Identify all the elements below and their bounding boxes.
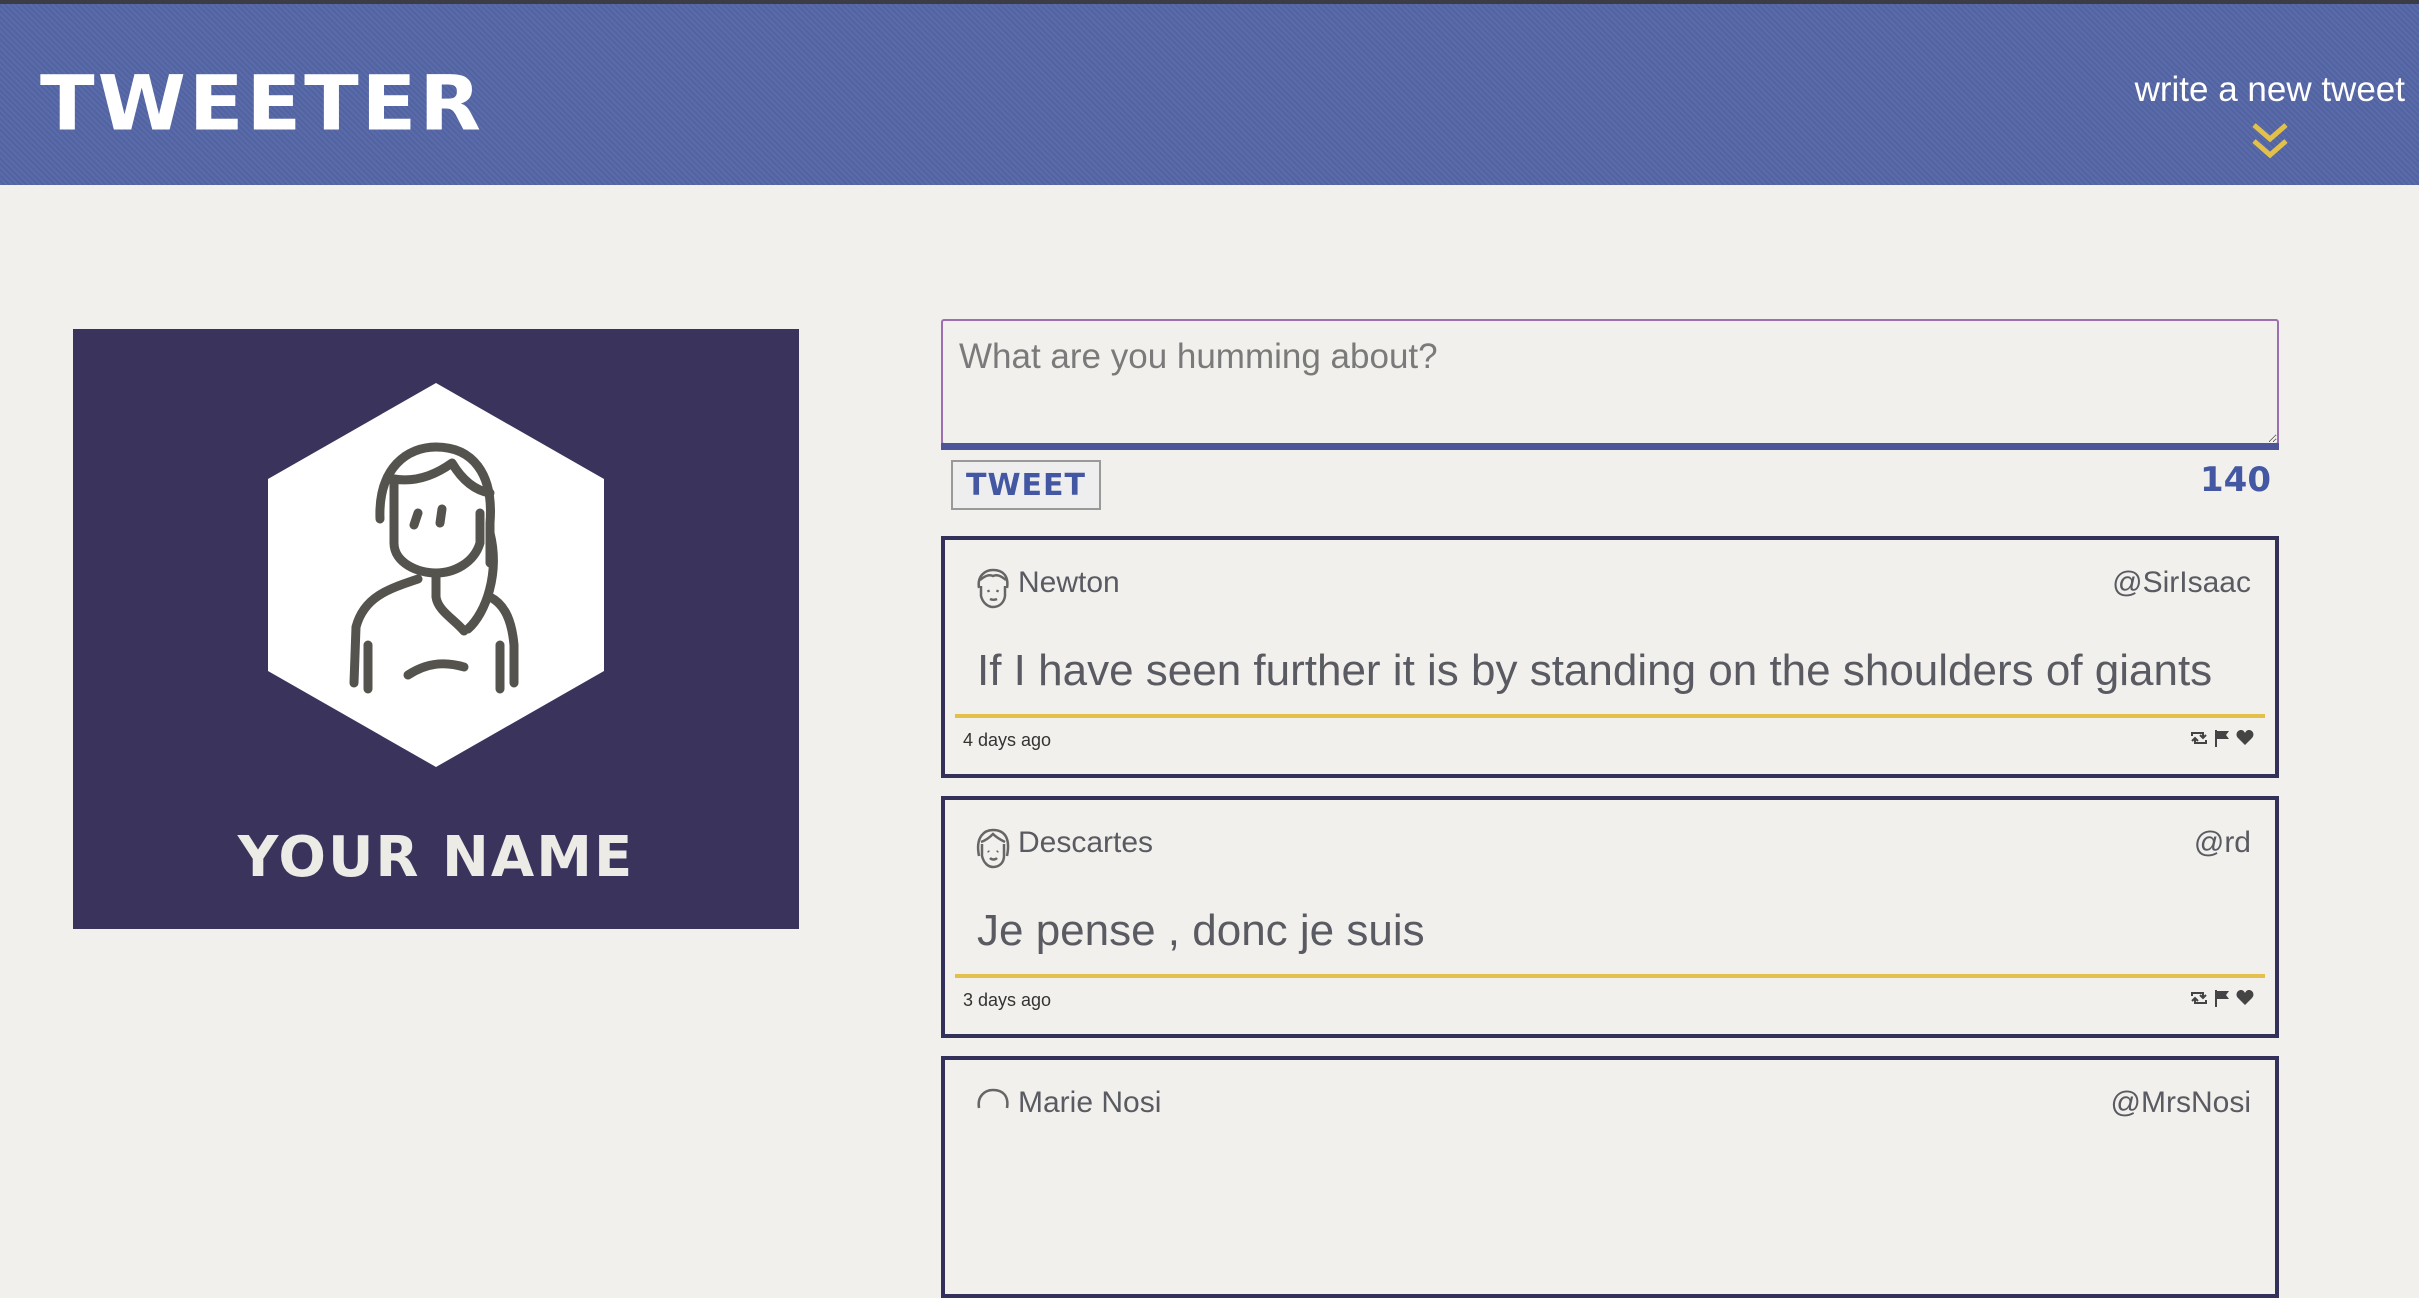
tweet-composer: TWEET 140 [941,319,2279,510]
brand-logo: TWEETER [40,59,484,148]
profile-name: YOUR NAME [237,825,635,890]
tweet-card: Marie Nosi @MrsNosi [941,1056,2279,1298]
tweet-card: Newton @SirIsaac If I have seen further … [941,536,2279,778]
tweet-timestamp: 3 days ago [963,990,1052,1010]
compose-toggle[interactable]: write a new tweet [2135,72,2405,163]
author-avatar-icon [977,568,1009,609]
tweet-input[interactable] [941,319,2279,445]
flag-icon[interactable] [2212,728,2232,748]
tweet-card: Descartes @rd Je pense , donc je suis 3 … [941,796,2279,1038]
person-avatar-icon [268,383,604,767]
top-nav: TWEETER write a new tweet [0,0,2419,185]
profile-card: YOUR NAME [73,329,799,929]
heart-icon[interactable] [2235,988,2255,1008]
tweet-author: Newton [1018,566,1120,599]
tweet-divider [955,974,2265,978]
author-avatar-icon [976,828,1010,869]
char-counter: 140 [2200,460,2271,500]
tweet-handle: @MrsNosi [2110,1086,2251,1119]
author-avatar-icon [977,1088,1009,1109]
compose-toggle-label[interactable]: write a new tweet [2135,72,2405,107]
input-underline [941,443,2279,450]
tweet-submit-button[interactable]: TWEET [951,460,1101,510]
tweet-author: Descartes [1018,826,1154,859]
tweet-divider [955,714,2265,718]
heart-icon[interactable] [2235,728,2255,748]
tweet-actions [2189,728,2255,748]
tweet-content: If I have seen further it is by standing… [977,646,2213,695]
tweet-timestamp: 4 days ago [963,730,1052,750]
tweet-actions [2189,988,2255,1008]
tweet-handle: @rd [2193,826,2251,859]
tweet-content: Je pense , donc je suis [977,906,1425,955]
flag-icon[interactable] [2212,988,2232,1008]
tweet-author: Marie Nosi [1018,1086,1162,1119]
retweet-icon[interactable] [2189,988,2209,1008]
double-chevron-down-icon[interactable] [2248,119,2292,163]
tweet-handle: @SirIsaac [2112,566,2251,599]
retweet-icon[interactable] [2189,728,2209,748]
